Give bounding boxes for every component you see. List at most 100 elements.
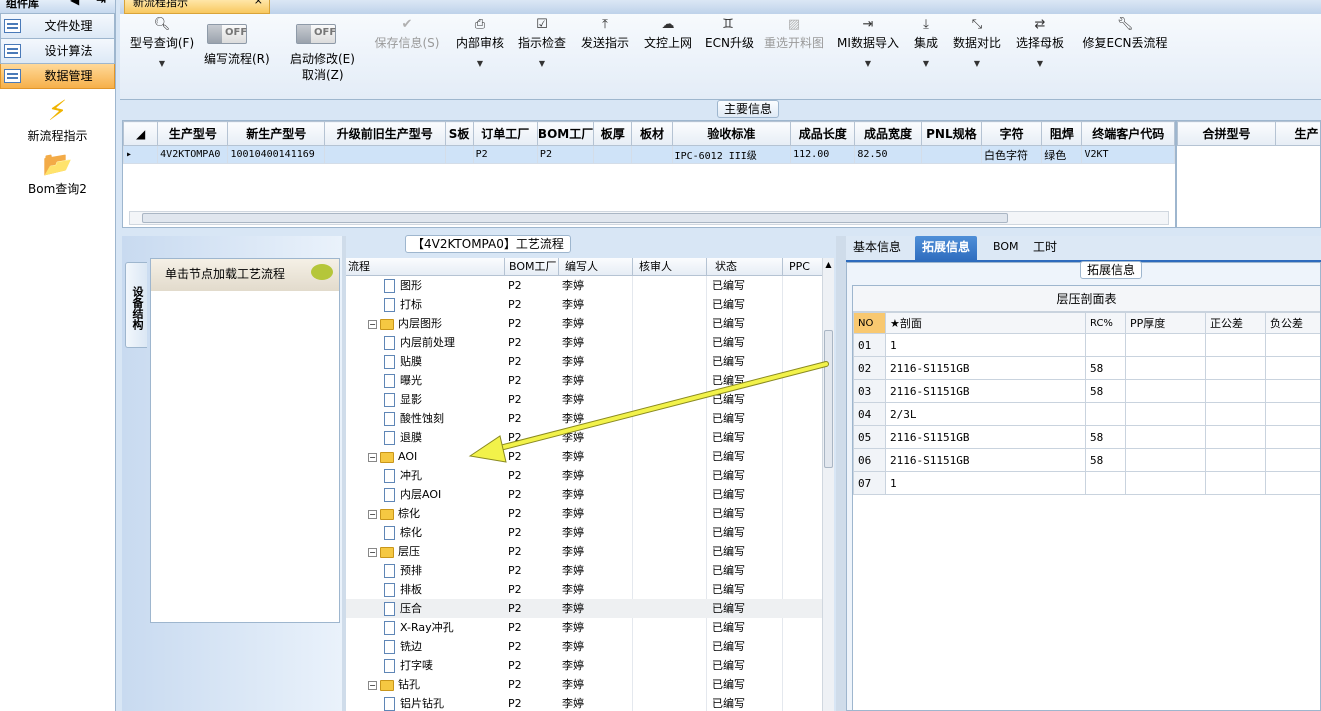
table-cell[interactable] — [1265, 402, 1320, 426]
table-row[interactable]: 05 2116-S1151GB 58 — [853, 425, 1320, 449]
table-cell[interactable]: P2 — [536, 145, 595, 164]
row-number[interactable]: 06 — [853, 448, 886, 472]
column-header[interactable]: 正公差 — [1205, 312, 1266, 334]
instruction-check-button[interactable]: ☑ 指示检查 ▼ — [517, 16, 567, 68]
corner-cell[interactable]: ◢ — [123, 121, 159, 146]
column-header[interactable]: 阻焊 — [1041, 121, 1083, 146]
collapse-toggle-icon[interactable]: − — [368, 319, 377, 329]
tool-new-process[interactable]: ⚡ 新流程指示 — [0, 95, 115, 144]
column-header[interactable]: 字符 — [980, 121, 1043, 146]
column-header[interactable]: NO — [853, 312, 886, 334]
row-number[interactable]: 01 — [853, 333, 886, 357]
column-header[interactable]: ★剖面 — [885, 312, 1086, 334]
tree-leaf-node[interactable]: 铝片钻孔 P2 李婷 已编写 — [346, 694, 822, 711]
collapse-toggle-icon[interactable]: − — [368, 509, 377, 519]
table-cell[interactable]: 1 — [885, 333, 1086, 357]
table-cell[interactable] — [1205, 333, 1266, 357]
column-header[interactable]: 核审人 — [632, 258, 706, 276]
tab-basic-info[interactable]: 基本信息 — [846, 236, 908, 262]
table-cell[interactable]: 58 — [1085, 448, 1126, 472]
sidebar-item-design-algorithm[interactable]: 设计算法 — [0, 39, 115, 64]
table-cell[interactable] — [1085, 471, 1126, 495]
table-cell[interactable] — [1125, 402, 1206, 426]
tab-extended-info[interactable]: 拓展信息 — [915, 236, 978, 262]
column-header[interactable]: 生产型号 — [157, 121, 229, 146]
write-flow-toggle[interactable]: OFF — [207, 24, 247, 44]
chevron-down-icon[interactable]: ▼ — [454, 59, 506, 68]
tree-leaf-node[interactable]: 打标 P2 李婷 已编写 — [346, 295, 822, 314]
table-cell[interactable]: 白色字符 — [980, 145, 1043, 164]
tree-leaf-node[interactable]: 铣边 P2 李婷 已编写 — [346, 637, 822, 656]
column-header[interactable]: 升级前旧生产型号 — [323, 121, 446, 146]
table-cell[interactable] — [631, 145, 673, 164]
table-cell[interactable] — [1205, 402, 1266, 426]
column-header[interactable]: 负公差 — [1265, 312, 1320, 334]
tab-equipment-structure[interactable]: 设备结构 — [125, 262, 147, 348]
scroll-up-icon[interactable]: ▲ — [823, 260, 834, 269]
column-header[interactable]: 成品宽度 — [854, 121, 922, 146]
table-cell[interactable]: 2116-S1151GB — [885, 356, 1086, 380]
table-cell[interactable] — [1125, 356, 1206, 380]
tree-leaf-node[interactable]: 内层前处理 P2 李婷 已编写 — [346, 333, 822, 352]
table-cell[interactable] — [1205, 471, 1266, 495]
chevron-down-icon[interactable]: ▼ — [837, 59, 899, 68]
column-header[interactable]: BOM工厂 — [536, 121, 595, 146]
table-row[interactable]: 04 2/3L — [853, 402, 1320, 426]
horizontal-scrollbar[interactable] — [129, 211, 1169, 225]
tree-leaf-node[interactable]: 显影 P2 李婷 已编写 — [346, 390, 822, 409]
tree-leaf-node[interactable]: 打字唛 P2 李婷 已编写 — [346, 656, 822, 675]
table-cell[interactable] — [1205, 356, 1266, 380]
table-cell[interactable] — [1265, 471, 1320, 495]
table-cell[interactable]: V2KT — [1081, 145, 1175, 164]
table-cell[interactable]: 10010400141169 — [227, 145, 325, 164]
repair-ecn-button[interactable]: 🔧︎ 修复ECN丢流程 — [1077, 16, 1173, 51]
table-cell[interactable]: 绿色 — [1041, 145, 1083, 164]
mi-import-button[interactable]: ⇥ MI数据导入 ▼ — [837, 16, 899, 68]
model-query-button[interactable]: 🔍︎ 型号查询(F) ▼ — [128, 16, 196, 68]
table-cell[interactable] — [1205, 425, 1266, 449]
row-number[interactable]: 04 — [853, 402, 886, 426]
table-cell[interactable] — [1205, 379, 1266, 403]
chevron-down-icon[interactable]: ▼ — [128, 59, 196, 68]
column-header[interactable]: 编写人 — [558, 258, 632, 276]
table-cell[interactable]: P2 — [472, 145, 538, 164]
tree-leaf-node[interactable]: 排板 P2 李婷 已编写 — [346, 580, 822, 599]
tree-folder-node[interactable]: − 层压 P2 李婷 已编写 — [346, 542, 822, 561]
table-row[interactable]: 07 1 — [853, 471, 1320, 495]
column-header[interactable]: 流程 — [348, 258, 370, 276]
table-cell[interactable] — [1265, 448, 1320, 472]
start-edit-label[interactable]: 启动修改(E) — [290, 51, 355, 67]
close-icon[interactable]: × — [254, 0, 263, 6]
column-header[interactable]: PNL规格 — [920, 121, 983, 146]
save-info-button[interactable]: ✔ 保存信息(S) — [374, 16, 440, 51]
reselect-cutting-button[interactable]: ▨ 重选开料图 — [763, 16, 825, 51]
column-header[interactable]: 验收标准 — [671, 121, 792, 146]
table-row[interactable]: 03 2116-S1151GB 58 — [853, 379, 1320, 403]
tree-leaf-node[interactable]: 贴膜 P2 李婷 已编写 — [346, 352, 822, 371]
ecn-upgrade-button[interactable]: ♊ ECN升级 — [705, 16, 754, 51]
column-header[interactable]: PPC — [782, 258, 822, 276]
table-cell[interactable] — [1205, 448, 1266, 472]
table-cell[interactable] — [1085, 333, 1126, 357]
table-cell[interactable] — [1125, 333, 1206, 357]
chevron-down-icon[interactable]: ▼ — [952, 59, 1002, 68]
table-cell[interactable]: 2116-S1151GB — [885, 448, 1086, 472]
column-header[interactable]: 板材 — [631, 121, 673, 146]
table-cell[interactable]: 2116-S1151GB — [885, 425, 1086, 449]
table-cell[interactable]: 2116-S1151GB — [885, 379, 1086, 403]
collapse-toggle-icon[interactable]: − — [368, 680, 377, 690]
internal-review-button[interactable]: ⎙ 内部审核 ▼ — [454, 16, 506, 68]
column-header[interactable]: PP厚度 — [1125, 312, 1206, 334]
chevron-down-icon[interactable]: ▼ — [912, 59, 940, 68]
tree-leaf-node[interactable]: 压合 P2 李婷 已编写 — [346, 599, 822, 618]
tree-folder-node[interactable]: − 内层图形 P2 李婷 已编写 — [346, 314, 822, 333]
table-cell[interactable] — [1125, 425, 1206, 449]
column-header[interactable]: 终端客户代码 — [1081, 121, 1175, 146]
collapse-left-icon[interactable]: ◀ — [70, 0, 79, 6]
table-cell[interactable]: IPC-6012 III级 — [671, 145, 792, 164]
column-header[interactable]: RC% — [1085, 312, 1126, 334]
send-instruction-button[interactable]: ⤒ 发送指示 — [580, 16, 630, 51]
table-cell[interactable]: 58 — [1085, 425, 1126, 449]
table-cell[interactable] — [593, 145, 633, 164]
tree-leaf-node[interactable]: 预排 P2 李婷 已编写 — [346, 561, 822, 580]
